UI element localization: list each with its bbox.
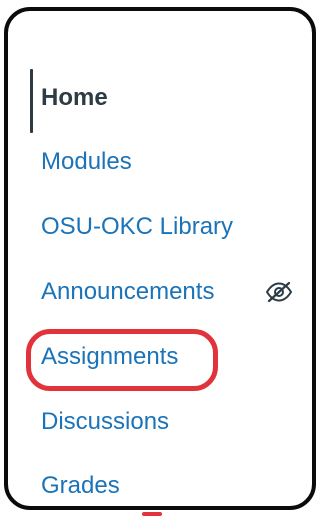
course-navigation-menu: Home Modules OSU-OKC Library Announcemen… (8, 11, 312, 506)
annotation-edge-mark (142, 512, 162, 516)
course-navigation-panel: Home Modules OSU-OKC Library Announcemen… (4, 7, 316, 510)
nav-item-discussions[interactable]: Discussions (41, 407, 169, 437)
eye-slash-icon (264, 281, 294, 303)
nav-item-grades[interactable]: Grades (41, 471, 120, 501)
nav-item-modules[interactable]: Modules (41, 147, 132, 177)
nav-item-home[interactable]: Home (41, 83, 108, 113)
nav-item-osu-okc-library[interactable]: OSU-OKC Library (41, 212, 233, 242)
active-item-indicator (30, 69, 33, 133)
nav-item-announcements[interactable]: Announcements (41, 277, 214, 307)
nav-item-assignments[interactable]: Assignments (41, 342, 178, 372)
